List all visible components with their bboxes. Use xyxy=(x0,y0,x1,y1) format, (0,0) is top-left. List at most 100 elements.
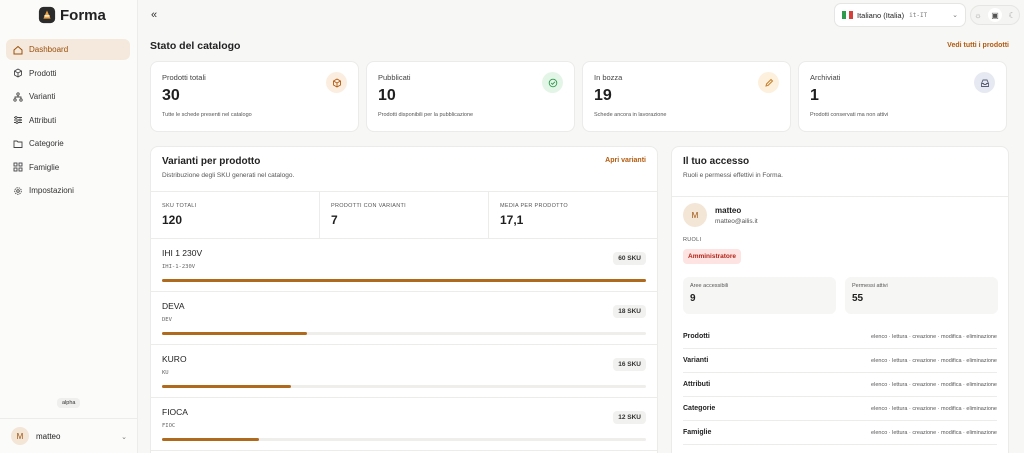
permission-actions: elenco · lettura · creazione · modifica … xyxy=(871,429,997,436)
roles-label: RUOLI xyxy=(683,237,702,243)
stat-card-published[interactable]: Pubblicati 10 Prodotti disponibili per l… xyxy=(366,61,575,132)
list-item[interactable]: FIOCA FIOC 12 SKU xyxy=(151,398,657,451)
product-name: DEVA xyxy=(162,301,185,311)
sku-progress-track xyxy=(162,385,646,388)
list-item[interactable]: IHI 1 230V IHI-1-230V 60 SKU xyxy=(151,239,657,292)
italy-flag-icon xyxy=(842,11,854,19)
forma-logo-icon xyxy=(38,6,56,24)
collapse-sidebar-icon[interactable]: « xyxy=(151,9,157,21)
app-logo[interactable]: Forma xyxy=(38,6,106,24)
list-item[interactable]: DEVA DEV 18 SKU xyxy=(151,292,657,345)
sidebar-item-attributi[interactable]: Attributi xyxy=(6,110,130,131)
sun-icon[interactable]: ☼ xyxy=(974,11,981,20)
stat-label: In bozza xyxy=(594,73,623,82)
role-badge: Amministratore xyxy=(683,249,742,264)
sidebar-item-impostazioni[interactable]: Impostazioni xyxy=(6,180,130,201)
stat-value: 30 xyxy=(162,87,180,104)
product-code: KU xyxy=(162,370,169,376)
sidebar-item-label: Attributi xyxy=(29,115,57,125)
stat-label: Prodotti totali xyxy=(162,73,206,82)
metric-label: PRODOTTI CON VARIANTI xyxy=(331,203,406,209)
theme-switcher: ☼ ▣ ☾ xyxy=(970,5,1020,25)
stat-card-total[interactable]: Prodotti totali 30 Tutte le schede prese… xyxy=(150,61,359,132)
permission-row: Prodotti elenco · lettura · creazione · … xyxy=(683,325,997,349)
permission-actions: elenco · lettura · creazione · modifica … xyxy=(871,381,997,388)
permission-row: Categorie elenco · lettura · creazione ·… xyxy=(683,397,997,421)
sku-progress-track xyxy=(162,332,646,335)
permissions-tile: Permessi attivi 55 xyxy=(845,277,998,314)
sku-count-badge: 18 SKU xyxy=(613,305,646,318)
permission-area: Categorie xyxy=(683,405,716,412)
access-user: M matteo matteo@ailis.it xyxy=(683,203,758,227)
card-title: Varianti per prodotto xyxy=(162,156,261,167)
box-icon xyxy=(13,68,23,78)
permission-area: Prodotti xyxy=(683,333,710,340)
hierarchy-icon xyxy=(13,91,23,102)
sku-count-badge: 16 SKU xyxy=(613,358,646,371)
metric-value: 17,1 xyxy=(500,213,524,227)
sidebar-item-label: Dashboard xyxy=(29,45,69,54)
metric-value: 120 xyxy=(162,213,183,227)
stat-description: Prodotti conservati ma non attivi xyxy=(810,112,889,118)
stat-value: 1 xyxy=(810,87,819,104)
sku-progress-track xyxy=(162,438,646,441)
moon-icon[interactable]: ☾ xyxy=(1009,11,1016,20)
access-card: Il tuo accesso Ruoli e permessi effettiv… xyxy=(671,146,1009,453)
product-code: IHI-1-230V xyxy=(162,264,196,270)
product-name: KURO xyxy=(162,354,187,364)
user-email: matteo@ailis.it xyxy=(715,217,758,225)
monitor-icon[interactable]: ▣ xyxy=(988,8,1003,22)
metric-total-sku: SKU TOTALI 120 xyxy=(151,192,320,238)
sku-count-badge: 60 SKU xyxy=(613,252,646,265)
list-item[interactable]: KURO KU 16 SKU xyxy=(151,345,657,398)
language-code: it-IT xyxy=(909,11,928,19)
permission-actions: elenco · lettura · creazione · modifica … xyxy=(871,333,997,340)
sku-progress-track xyxy=(162,279,646,282)
permission-row: Attributi elenco · lettura · creazione ·… xyxy=(683,373,997,397)
pencil-icon xyxy=(758,72,779,93)
see-all-products-link[interactable]: Vedi tutti i prodotti xyxy=(947,42,1009,49)
product-code: FIOC xyxy=(162,423,176,429)
stat-label: Pubblicati xyxy=(378,73,411,82)
product-name: FIOCA xyxy=(162,407,188,417)
sidebar-nav: Dashboard Prodotti Varianti Attributi Ca… xyxy=(6,39,130,204)
metric-average: MEDIA PER PRODOTTO 17,1 xyxy=(489,192,657,238)
permission-area: Attributi xyxy=(683,381,711,388)
variant-metrics: SKU TOTALI 120 PRODOTTI CON VARIANTI 7 M… xyxy=(151,191,657,239)
product-name: IHI 1 230V xyxy=(162,248,203,258)
gear-icon xyxy=(13,186,23,196)
metric-label: MEDIA PER PRODOTTO xyxy=(500,203,568,209)
user-name: matteo xyxy=(715,205,742,215)
chevron-down-icon: ⌄ xyxy=(952,12,958,19)
language-label: Italiano (Italia) xyxy=(857,10,905,20)
sidebar-item-label: Categorie xyxy=(29,139,64,148)
sidebar-item-dashboard[interactable]: Dashboard xyxy=(6,39,130,60)
sidebar-item-prodotti[interactable]: Prodotti xyxy=(6,63,130,84)
areas-tile: Aree accessibili 9 xyxy=(683,277,836,314)
cube-icon xyxy=(326,72,347,93)
stat-value: 19 xyxy=(594,87,612,104)
stat-value: 10 xyxy=(378,87,396,104)
sidebar: Forma Dashboard Prodotti Varianti Attrib… xyxy=(0,0,138,453)
sidebar-item-famiglie[interactable]: Famiglie xyxy=(6,157,130,178)
sidebar-item-varianti[interactable]: Varianti xyxy=(6,86,130,107)
permission-area: Varianti xyxy=(683,357,709,364)
app-name: Forma xyxy=(60,6,106,24)
language-select[interactable]: Italiano (Italia) it-IT ⌄ xyxy=(834,3,966,27)
stat-card-draft[interactable]: In bozza 19 Schede ancora in lavorazione xyxy=(582,61,791,132)
sku-progress-fill xyxy=(162,332,308,335)
inbox-icon xyxy=(974,72,995,93)
sidebar-item-label: Varianti xyxy=(29,92,56,101)
user-menu[interactable]: M matteo ⌄ xyxy=(0,418,137,453)
sidebar-item-categorie[interactable]: Categorie xyxy=(6,133,130,154)
stat-label: Archiviati xyxy=(810,73,841,82)
permission-row: Famiglie elenco · lettura · creazione · … xyxy=(683,421,997,445)
stat-card-archived[interactable]: Archiviati 1 Prodotti conservati ma non … xyxy=(798,61,1007,132)
sidebar-item-label: Famiglie xyxy=(29,162,60,172)
open-variants-link[interactable]: Apri varianti xyxy=(605,157,646,164)
stat-description: Tutte le schede presenti nel catalogo xyxy=(162,112,252,118)
sku-progress-fill xyxy=(162,279,646,282)
stat-description: Schede ancora in lavorazione xyxy=(594,112,667,118)
avatar: M xyxy=(683,203,707,227)
tile-value: 55 xyxy=(852,293,864,304)
